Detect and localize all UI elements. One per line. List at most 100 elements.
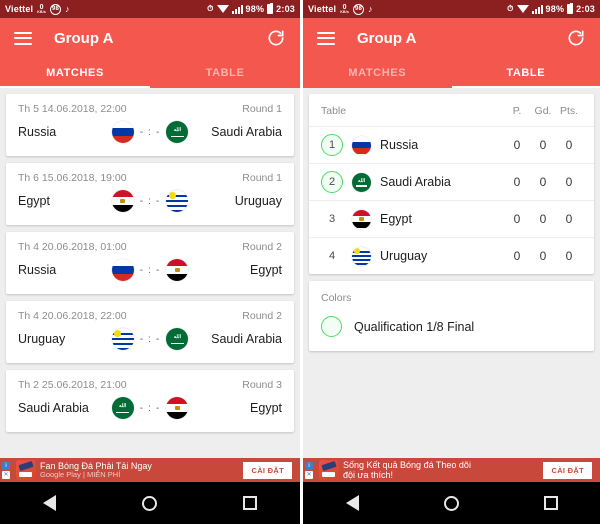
phone-screen-matches: Viettel 0 KB/s 98 ♪ ⏱ 98% 2:03 Group A M… xyxy=(0,0,300,524)
tab-matches[interactable]: MATCHES xyxy=(0,58,150,88)
column-header-p: P. xyxy=(512,105,522,117)
match-card[interactable]: Th 4 20.06.2018, 22:00 Round 2 Uruguay - : … xyxy=(6,301,294,363)
match-score-group: - : - xyxy=(111,190,189,212)
flag-uruguay-icon xyxy=(352,246,371,266)
table-row[interactable]: 1 Russia 0 0 0 xyxy=(309,126,594,163)
match-header: Th 2 25.06.2018, 21:00 Round 3 xyxy=(6,370,294,393)
ad-info-icon: i xyxy=(2,461,10,470)
points-value: 0 xyxy=(565,212,573,226)
data-speed-indicator: 0 KB/s xyxy=(340,3,350,14)
flag-uruguay-icon xyxy=(166,190,189,212)
home-team-name: Uruguay xyxy=(18,332,66,346)
hamburger-icon[interactable] xyxy=(317,31,335,45)
table-row[interactable]: 4 Uruguay 0 0 0 xyxy=(309,237,594,274)
match-card[interactable]: Th 6 15.06.2018, 19:00 Round 1 Egypt - : - U… xyxy=(6,163,294,225)
away-team-name: Uruguay xyxy=(234,194,282,208)
played-value: 0 xyxy=(513,212,521,226)
goal-difference-value: 0 xyxy=(539,212,547,226)
notification-count-icon: 98 xyxy=(353,3,365,15)
points-value: 0 xyxy=(565,138,573,152)
position-badge: 2 xyxy=(321,171,343,193)
flag-egypt-icon xyxy=(166,259,189,281)
ad-app-icon xyxy=(16,460,36,480)
clock-label: 2:03 xyxy=(576,4,595,14)
match-datetime: Th 6 15.06.2018, 19:00 xyxy=(18,172,127,184)
hamburger-icon[interactable] xyxy=(14,31,32,45)
table-row[interactable]: 2 الله Saudi Arabia 0 0 0 xyxy=(309,163,594,200)
recents-icon[interactable] xyxy=(243,496,257,510)
match-score-group: - : - الله xyxy=(111,121,189,143)
ad-close-icon: ✕ xyxy=(305,470,313,479)
refresh-icon[interactable] xyxy=(266,28,286,48)
back-icon[interactable] xyxy=(345,495,359,511)
clock-label: 2:03 xyxy=(276,4,295,14)
match-score: - : - xyxy=(139,264,161,276)
table-view[interactable]: Table P. Gd. Pts. 1 Russia 0 0 0 2 الله Saudi A… xyxy=(303,88,600,458)
away-team-name: Egypt xyxy=(250,263,282,277)
matches-list[interactable]: Th 5 14.06.2018, 22:00 Round 1 Russia - : -… xyxy=(0,88,300,458)
wifi-icon xyxy=(516,5,529,13)
match-card[interactable]: Th 5 14.06.2018, 22:00 Round 1 Russia - : -… xyxy=(6,94,294,156)
points-value: 0 xyxy=(565,175,573,189)
refresh-icon[interactable] xyxy=(566,28,586,48)
tab-matches[interactable]: MATCHES xyxy=(303,58,452,88)
match-card[interactable]: Th 2 25.06.2018, 21:00 Round 3 Saudi Arabi… xyxy=(6,370,294,432)
flag-saudi-arabia-icon: الله xyxy=(166,121,189,143)
ad-install-button[interactable]: CÀI ĐẶT xyxy=(543,461,592,479)
flag-saudi-arabia-icon: الله xyxy=(111,397,134,419)
ad-banner-right[interactable]: i ✕ Sống Kết quả Bóng đá Theo dõi đội ưa … xyxy=(303,458,600,482)
match-datetime: Th 2 25.06.2018, 21:00 xyxy=(18,379,127,391)
home-icon[interactable] xyxy=(142,495,157,511)
flag-saudi-arabia-icon: الله xyxy=(166,328,189,350)
ad-headline: Sống Kết quả Bóng đá Theo dõi xyxy=(343,459,471,470)
colors-title: Colors xyxy=(321,292,352,304)
alarm-icon: ⏱ xyxy=(507,4,514,13)
column-header-pts: Pts. xyxy=(559,105,579,117)
match-score: - : - xyxy=(139,126,161,138)
ad-info-icons[interactable]: i ✕ xyxy=(305,461,315,479)
standings-title: Table xyxy=(321,105,347,117)
away-team-name: Egypt xyxy=(250,401,282,415)
table-row[interactable]: 3 Egypt 0 0 0 xyxy=(309,200,594,237)
ad-info-icon: i xyxy=(305,461,313,470)
standings-header: Table P. Gd. Pts. xyxy=(309,94,594,126)
ad-install-button[interactable]: CÀI ĐẶT xyxy=(243,461,292,479)
match-round: Round 1 xyxy=(242,172,282,184)
flag-egypt-icon xyxy=(111,190,134,212)
home-team-name: Saudi Arabia xyxy=(18,401,89,415)
flag-egypt-icon xyxy=(352,209,371,229)
home-icon[interactable] xyxy=(443,495,459,511)
battery-icon xyxy=(567,3,574,14)
played-value: 0 xyxy=(513,249,521,263)
match-datetime: Th 4 20.06.2018, 01:00 xyxy=(18,241,127,253)
match-score: - : - xyxy=(139,402,161,414)
carrier-label: Viettel xyxy=(308,4,337,14)
status-bar: Viettel 0 KB/s 98 ♪ ⏱ 98% 2:03 xyxy=(0,0,300,18)
goal-difference-value: 0 xyxy=(539,138,547,152)
goal-difference-value: 0 xyxy=(539,249,547,263)
page-title: Group A xyxy=(54,29,114,47)
ad-close-icon: ✕ xyxy=(2,470,10,479)
played-value: 0 xyxy=(513,175,521,189)
standings-card: Table P. Gd. Pts. 1 Russia 0 0 0 2 الله Saudi A… xyxy=(309,94,594,274)
back-icon[interactable] xyxy=(43,495,56,511)
qualification-swatch-icon xyxy=(321,316,342,337)
app-bar: Group A MATCHES TABLE xyxy=(303,18,600,88)
tab-table[interactable]: TABLE xyxy=(452,58,600,88)
match-card[interactable]: Th 4 20.06.2018, 01:00 Round 2 Russia - : -… xyxy=(6,232,294,294)
tab-table[interactable]: TABLE xyxy=(150,58,300,88)
match-body: Uruguay - : - الله Saudi Arabia xyxy=(6,324,294,363)
position-badge: 1 xyxy=(321,134,343,156)
match-header: Th 5 14.06.2018, 22:00 Round 1 xyxy=(6,94,294,117)
ad-info-icons[interactable]: i ✕ xyxy=(2,461,12,479)
match-datetime: Th 4 20.06.2018, 22:00 xyxy=(18,310,127,322)
status-bar: Viettel 0 KB/s 98 ♪ ⏱ 98% 2:03 xyxy=(303,0,600,18)
recents-icon[interactable] xyxy=(543,496,558,510)
flag-saudi-arabia-icon: الله xyxy=(352,172,371,192)
colors-legend-card: Colors Qualification 1/8 Final xyxy=(309,281,594,351)
match-header: Th 4 20.06.2018, 22:00 Round 2 xyxy=(6,301,294,324)
team-name: Russia xyxy=(380,138,419,152)
alarm-icon: ⏱ xyxy=(207,4,214,13)
flag-russia-icon xyxy=(111,121,134,143)
ad-banner-left[interactable]: i ✕ Fan Bóng Đá Phải Tải Ngay Google Play… xyxy=(0,458,300,482)
